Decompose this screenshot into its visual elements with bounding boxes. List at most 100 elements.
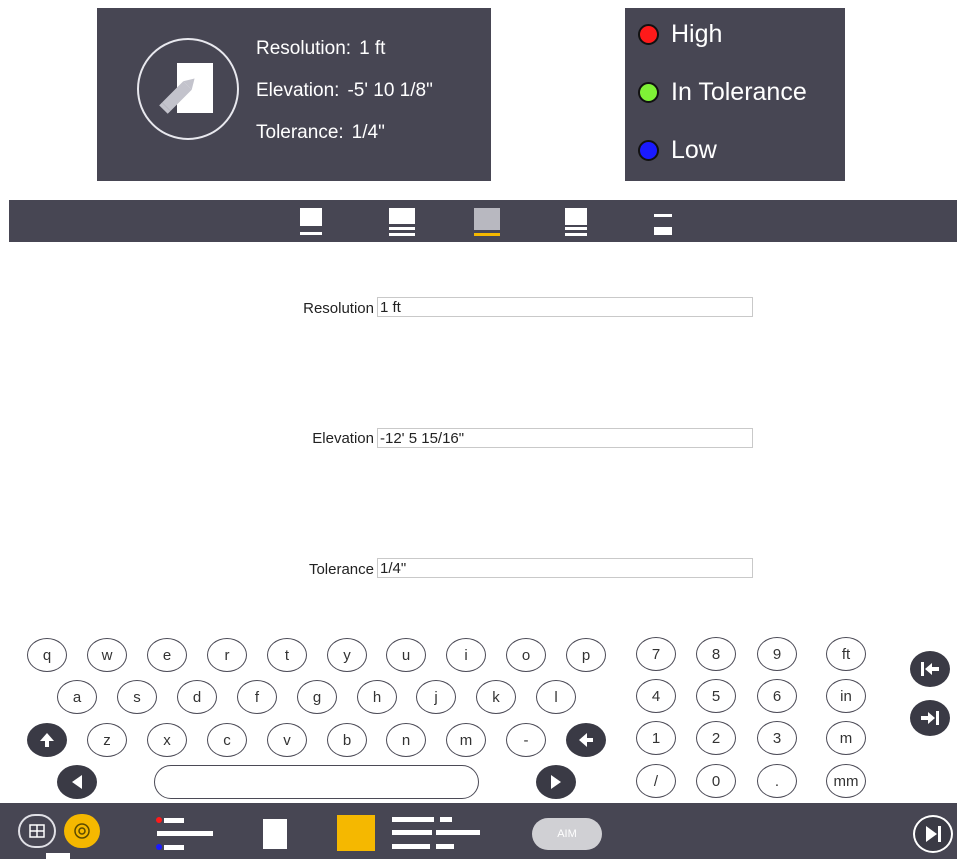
key-3[interactable]: 3 bbox=[757, 721, 797, 755]
legend-item-low: Low bbox=[638, 135, 717, 165]
key-a[interactable]: a bbox=[57, 680, 97, 714]
tolerance-label: Tolerance bbox=[308, 561, 374, 578]
legend-item-high: High bbox=[638, 19, 722, 49]
key-ft[interactable]: ft bbox=[826, 637, 866, 671]
selected-view-button[interactable] bbox=[337, 815, 375, 851]
key-t[interactable]: t bbox=[267, 638, 307, 672]
previous-field-button[interactable] bbox=[910, 651, 950, 687]
status-indicator bbox=[46, 853, 70, 859]
key-e[interactable]: e bbox=[147, 638, 187, 672]
key-b[interactable]: b bbox=[327, 723, 367, 757]
key-m[interactable]: m bbox=[446, 723, 486, 757]
shift-key[interactable] bbox=[27, 723, 67, 757]
tab-1[interactable] bbox=[297, 200, 325, 242]
key-in[interactable]: in bbox=[826, 679, 866, 713]
key-u[interactable]: u bbox=[386, 638, 426, 672]
key-r[interactable]: r bbox=[207, 638, 247, 672]
cursor-left-key[interactable] bbox=[57, 765, 97, 799]
key-o[interactable]: o bbox=[506, 638, 546, 672]
edit-document-icon bbox=[159, 63, 213, 114]
key-w[interactable]: w bbox=[87, 638, 127, 672]
resolution-input[interactable] bbox=[377, 297, 753, 317]
tolerance-input[interactable] bbox=[377, 558, 753, 578]
info-tolerance: Tolerance: 1/4" bbox=[256, 122, 385, 144]
resolution-label: Resolution bbox=[303, 300, 374, 317]
key-y[interactable]: y bbox=[327, 638, 367, 672]
tab-3-active[interactable] bbox=[471, 200, 503, 242]
tab-icon-1 bbox=[300, 208, 322, 235]
key-1[interactable]: 1 bbox=[636, 721, 676, 755]
info-resolution: Resolution: 1 ft bbox=[256, 38, 385, 60]
key-5[interactable]: 5 bbox=[696, 679, 736, 713]
legend-panel: High In Tolerance Low bbox=[625, 8, 845, 181]
info-resolution-label: Resolution: bbox=[256, 38, 352, 59]
list-view-button[interactable] bbox=[392, 816, 482, 854]
list-icon bbox=[392, 817, 480, 849]
cursor-right-key[interactable] bbox=[536, 765, 576, 799]
info-panel: Resolution: 1 ft Elevation: -5' 10 1/8" To… bbox=[97, 8, 491, 181]
arrow-up-icon bbox=[40, 733, 54, 747]
key-k[interactable]: k bbox=[476, 680, 516, 714]
document-view-button[interactable] bbox=[263, 819, 287, 849]
tab-5[interactable] bbox=[651, 200, 677, 242]
key-m-unit[interactable]: m bbox=[826, 721, 866, 755]
location-button[interactable] bbox=[64, 814, 100, 848]
key-f[interactable]: f bbox=[237, 680, 277, 714]
key-l[interactable]: l bbox=[536, 680, 576, 714]
info-elevation-value: -5' 10 1/8" bbox=[347, 80, 433, 101]
color-legend-icon bbox=[156, 817, 213, 850]
key-i[interactable]: i bbox=[446, 638, 486, 672]
layout-button[interactable] bbox=[18, 814, 56, 848]
tab-2[interactable] bbox=[386, 200, 418, 242]
tab-4[interactable] bbox=[562, 200, 590, 242]
key-2[interactable]: 2 bbox=[696, 721, 736, 755]
key-8[interactable]: 8 bbox=[696, 637, 736, 671]
high-color-dot bbox=[638, 23, 659, 45]
key-period[interactable]: . bbox=[757, 764, 797, 798]
legend-label-in-tolerance: In Tolerance bbox=[671, 77, 807, 106]
aim-button[interactable]: AIM bbox=[532, 818, 602, 850]
finish-button[interactable] bbox=[913, 815, 953, 853]
space-key[interactable] bbox=[154, 765, 479, 799]
key-s[interactable]: s bbox=[117, 680, 157, 714]
key-4[interactable]: 4 bbox=[636, 679, 676, 713]
key-dash[interactable]: - bbox=[506, 723, 546, 757]
key-x[interactable]: x bbox=[147, 723, 187, 757]
key-9[interactable]: 9 bbox=[757, 637, 797, 671]
key-0[interactable]: 0 bbox=[696, 764, 736, 798]
key-g[interactable]: g bbox=[297, 680, 337, 714]
backspace-key[interactable] bbox=[566, 723, 606, 757]
key-7[interactable]: 7 bbox=[636, 637, 676, 671]
key-v[interactable]: v bbox=[267, 723, 307, 757]
key-q[interactable]: q bbox=[27, 638, 67, 672]
key-c[interactable]: c bbox=[207, 723, 247, 757]
key-p[interactable]: p bbox=[566, 638, 606, 672]
skip-left-icon bbox=[921, 662, 939, 676]
tab-icon-2 bbox=[389, 208, 415, 236]
key-d[interactable]: d bbox=[177, 680, 217, 714]
key-mm[interactable]: mm bbox=[826, 764, 866, 798]
layout-grid-icon bbox=[29, 824, 45, 838]
key-slash[interactable]: / bbox=[636, 764, 676, 798]
page-icon bbox=[263, 819, 287, 849]
low-color-dot bbox=[638, 139, 659, 161]
next-field-button[interactable] bbox=[910, 700, 950, 736]
key-n[interactable]: n bbox=[386, 723, 426, 757]
key-j[interactable]: j bbox=[416, 680, 456, 714]
key-z[interactable]: z bbox=[87, 723, 127, 757]
elevation-label: Elevation bbox=[312, 430, 374, 447]
info-elevation-label: Elevation: bbox=[256, 80, 340, 101]
square-icon bbox=[337, 815, 375, 851]
info-elevation: Elevation: -5' 10 1/8" bbox=[256, 80, 433, 102]
tab-icon-5 bbox=[654, 214, 672, 235]
info-tolerance-label: Tolerance: bbox=[256, 122, 344, 143]
elevation-input[interactable] bbox=[377, 428, 753, 448]
key-6[interactable]: 6 bbox=[757, 679, 797, 713]
info-resolution-value: 1 ft bbox=[359, 38, 386, 59]
color-legend-button[interactable] bbox=[155, 815, 215, 853]
key-h[interactable]: h bbox=[357, 680, 397, 714]
target-location-icon bbox=[74, 823, 90, 839]
edit-button[interactable] bbox=[137, 38, 239, 140]
bottom-toolbar: AIM bbox=[0, 803, 957, 859]
triangle-left-icon bbox=[72, 775, 82, 789]
